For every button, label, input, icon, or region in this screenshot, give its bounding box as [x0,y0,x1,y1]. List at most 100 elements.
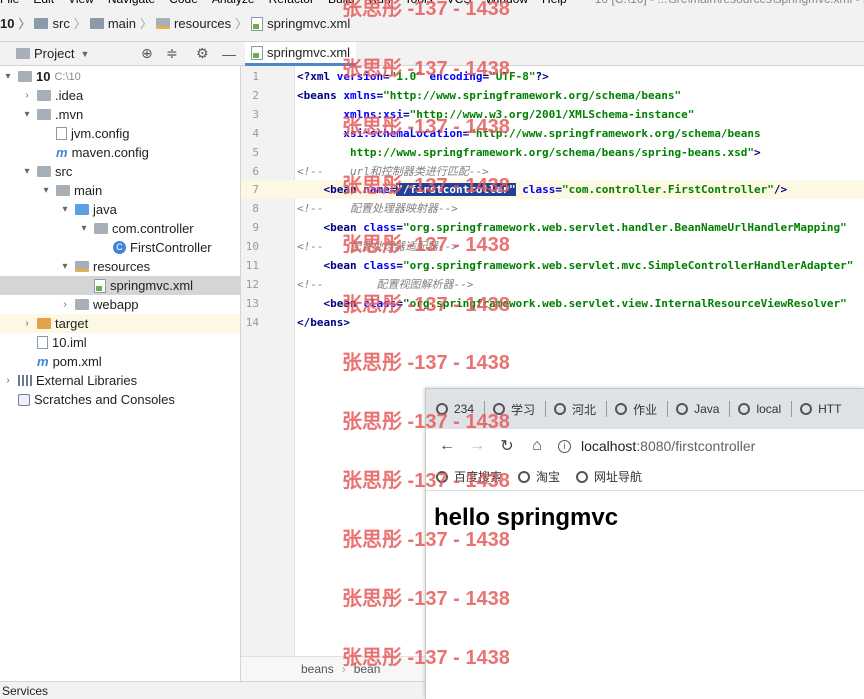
tree-item[interactable]: ▾ src [0,162,240,181]
code-line: <beans xmlns="http://www.springframework… [297,88,682,102]
tree-item[interactable]: springmvc.xml [0,276,240,295]
chevron-right-icon[interactable]: › [21,90,33,101]
browser-tab[interactable]: 河北 [545,401,596,418]
globe-icon [576,470,589,483]
tree-item[interactable]: › .idea [0,86,240,105]
browser-tab[interactable]: 作业 [606,401,657,418]
info-icon[interactable]: i [558,439,571,453]
tree-item-path: C:\10 [54,70,81,83]
browser-tab-label: 学习 [511,402,536,417]
code-line: <!-- url和控制器类进行匹配--> [297,164,489,178]
browser-tab[interactable]: 学习 [484,401,535,418]
tree-item[interactable]: › External Libraries [0,371,240,390]
folder-icon [89,18,104,29]
tree-item[interactable]: C FirstController [0,238,240,257]
line-number: 10 [245,240,259,254]
tree-item[interactable]: 10.iml [0,333,240,352]
line-number: 11 [245,259,259,272]
chevron-down-icon[interactable]: ▾ [78,223,90,234]
line-number: 2 [252,88,259,102]
gear-icon[interactable]: ⚙ [196,45,209,62]
tree-item[interactable]: ▾ main [0,181,240,200]
tree-item-label: springmvc.xml [110,278,194,293]
minimize-icon[interactable]: — [222,46,236,62]
folder-icon [156,18,171,29]
globe-icon [493,403,506,415]
chevron-down-icon[interactable]: ▾ [40,185,52,196]
crumb-beans[interactable]: beans [301,662,334,676]
tree-item-label: jvm.config [71,126,130,141]
bookmark-label: 淘宝 [536,470,561,484]
chevron-right-icon[interactable]: › [59,299,71,310]
browser-tab-strip: 234 学习 河北 作业 Java local HTT [426,389,864,429]
globe-icon [554,403,567,415]
scratch-icon [18,393,30,406]
browser-tab[interactable]: HTT [791,401,841,417]
crumb-bean[interactable]: bean [354,662,381,676]
browser-tab[interactable]: local [729,401,781,417]
chevron-right-icon[interactable]: › [2,375,14,386]
tree-item[interactable]: ▾ com.controller [0,219,240,238]
forward-arrow-icon[interactable]: → [462,437,492,455]
breadcrumb-item[interactable]: springmvc.xml [251,16,350,31]
tree-item-label: .idea [55,88,84,103]
browser-tab[interactable]: 234 [436,402,474,416]
tree-item-label: Scratches and Consoles [34,392,175,407]
tree-item-label: webapp [93,297,139,312]
breadcrumb-label: main [107,16,137,31]
line-number: 4 [252,126,259,140]
services-label: Services [2,684,49,698]
tree-item[interactable]: jvm.config [0,124,240,143]
tree-item[interactable]: m pom.xml [0,352,240,371]
bookmark-item[interactable]: 淘宝 [518,468,560,485]
line-number: 8 [252,202,259,216]
bookmark-label: 百度搜索 [454,470,503,484]
address-bar[interactable]: i localhost:8080/firstcontroller [558,433,864,459]
tree-item[interactable]: › target [0,314,240,333]
file-icon [37,336,48,349]
tree-item[interactable]: ▾ resources [0,257,240,276]
browser-tab-label: HTT [818,402,842,416]
folder-icon [37,90,51,101]
project-view-selector[interactable]: Project ▼ [16,46,89,61]
chevron-down-icon[interactable]: ▾ [21,166,33,177]
chevron-right-icon: 〉 [140,17,153,31]
chevron-down-icon[interactable]: ▾ [2,71,14,82]
tab-springmvc-xml[interactable]: springmvc.xml [245,42,357,66]
tree-item[interactable]: m maven.config [0,143,240,162]
folder-icon [37,109,51,120]
tree-item[interactable]: ▾ 10 C:\10 [0,67,240,86]
tree-item-label: resources [93,259,151,274]
source-folder-icon [75,204,89,215]
code-line: <bean class="org.springframework.web.ser… [323,296,847,310]
chevron-right-icon: 〉 [18,17,31,31]
chevron-down-icon[interactable]: ▾ [59,261,71,272]
home-icon[interactable]: ⌂ [522,437,552,455]
breadcrumb-item[interactable]: src 〉 [34,15,86,32]
chevron-right-icon: 〉 [73,17,86,31]
breadcrumb-item[interactable]: resources 〉 [156,15,247,32]
reload-icon[interactable]: ↻ [492,436,522,456]
folder-icon [75,299,89,310]
bookmark-item[interactable]: 网址导航 [576,468,642,485]
chevron-down-icon[interactable]: ▾ [21,109,33,120]
tree-item[interactable]: Scratches and Consoles [0,390,240,409]
breadcrumb-item[interactable]: main 〉 [89,15,153,32]
line-number: 1 [252,70,259,83]
xml-file-icon [251,16,264,31]
back-arrow-icon[interactable]: ← [432,437,462,455]
chevron-right-icon[interactable]: › [21,318,33,329]
bookmarks-bar: 百度搜索 淘宝 网址导航 [426,463,864,491]
collapse-icon[interactable]: ≑ [166,45,178,62]
breadcrumb-item[interactable]: 10 〉 [0,15,30,32]
tree-item[interactable]: › webapp [0,295,240,314]
tree-item[interactable]: ▾ java [0,200,240,219]
locate-icon[interactable]: ⊕ [141,45,153,62]
tree-item[interactable]: ▾ .mvn [0,105,240,124]
chevron-down-icon: ▼ [80,48,90,59]
code-line: <bean name="/firstcontroller" class="com… [295,180,864,200]
url-host: localhost [581,438,637,454]
chevron-down-icon[interactable]: ▾ [59,204,71,215]
browser-tab[interactable]: Java [667,401,719,417]
bookmark-item[interactable]: 百度搜索 [436,468,502,485]
